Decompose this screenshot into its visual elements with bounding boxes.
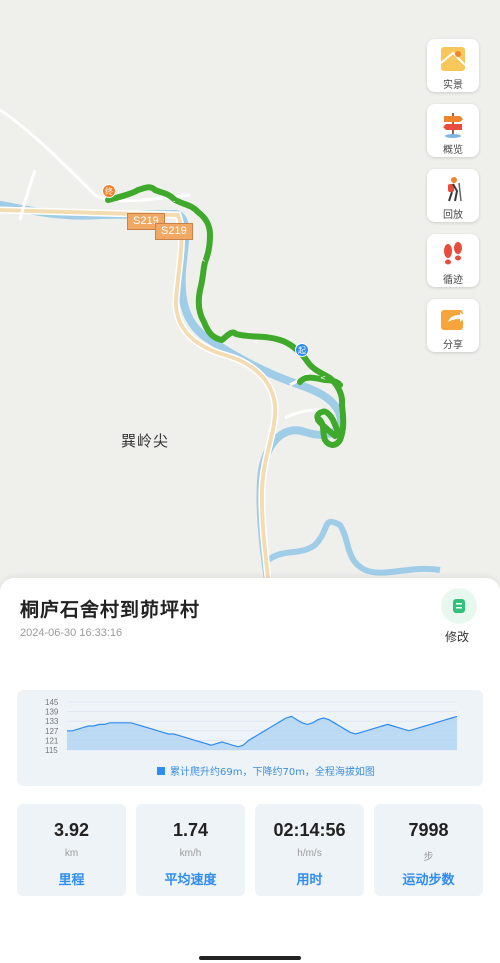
- trace-label: 循迹: [443, 275, 463, 286]
- y-tick-label: 145: [45, 698, 59, 707]
- trace-button[interactable]: 循迹: [427, 234, 479, 287]
- y-tick-label: 121: [45, 736, 59, 745]
- svg-text:<: <: [320, 374, 326, 382]
- stat-value: 3.92: [53, 820, 90, 840]
- footprints-icon: [444, 242, 462, 265]
- y-tick-label: 133: [45, 717, 59, 726]
- replay-label: 回放: [443, 210, 463, 221]
- road-s219: [0, 208, 278, 600]
- stat-unit: km/h: [179, 848, 202, 859]
- edit-button[interactable]: [441, 588, 477, 624]
- stat-label: 平均速度: [164, 873, 217, 888]
- stat-duration: 02:14:56 h/m/s 用时: [255, 804, 364, 896]
- y-tick-label: 115: [45, 746, 58, 755]
- end-pin[interactable]: 终: [102, 184, 116, 198]
- edit-icon: [453, 599, 465, 613]
- scene-button[interactable]: 实景: [427, 39, 479, 92]
- y-tick-label: 139: [45, 708, 59, 717]
- route-detail-sheet: 桐庐石舍村到茆坪村 2024-06-30 16:33:16 修改 145 139 1…: [0, 578, 500, 963]
- stats-row: 3.92 km 里程 1.74 km/h 平均速度 02:14:56 h/m/s…: [17, 804, 483, 896]
- stat-avg-speed: 1.74 km/h 平均速度: [136, 804, 245, 896]
- svg-text:<: <: [253, 338, 259, 346]
- elevation-chart: 145 139 133 127 121 115 累计爬升约69m，下降约70m，全程海拔如…: [17, 690, 483, 786]
- track-arrow: <: [170, 199, 176, 207]
- stat-distance: 3.92 km 里程: [17, 804, 126, 896]
- map-view[interactable]: < ^ < < S219 S219 巽岭尖 终 起 实景 概览 回放 循迹 分享: [0, 0, 500, 600]
- start-pin[interactable]: 起: [295, 343, 309, 357]
- elevation-plot: 145139133127121115: [45, 698, 458, 755]
- stat-value: 7998: [408, 820, 449, 840]
- signpost-icon: [443, 113, 463, 138]
- route-datetime: 2024-06-30 16:33:16: [20, 627, 123, 639]
- road: [0, 206, 279, 600]
- map-scene-icon: [440, 47, 466, 71]
- edit-label: 修改: [445, 630, 470, 644]
- river: [0, 201, 345, 600]
- stat-label: 运动步数: [402, 873, 455, 888]
- chart-legend-text: 累计爬升约69m，下降约70m，全程海拔如图: [170, 767, 375, 778]
- chart-legend: 累计爬升约69m，下降约70m，全程海拔如图: [157, 763, 375, 778]
- place-label: 巽岭尖: [121, 432, 170, 450]
- stat-unit: 步: [423, 852, 434, 863]
- replay-button[interactable]: 回放: [427, 169, 479, 222]
- scene-label: 实景: [443, 80, 463, 91]
- map-base: < ^ < <: [0, 108, 441, 600]
- stat-steps: 7998 步 运动步数: [374, 804, 483, 896]
- overview-label: 概览: [443, 145, 463, 156]
- stat-unit: km: [64, 848, 79, 859]
- share-button[interactable]: 分享: [427, 299, 479, 352]
- stat-unit: h/m/s: [297, 848, 322, 859]
- share-label: 分享: [443, 340, 463, 351]
- stat-value: 02:14:56: [273, 820, 346, 840]
- stat-label: 里程: [58, 873, 85, 888]
- stat-label: 用时: [296, 873, 323, 888]
- home-indicator[interactable]: [199, 956, 301, 960]
- y-tick-label: 127: [45, 727, 59, 736]
- stat-value: 1.74: [172, 820, 209, 840]
- share-icon: [441, 310, 466, 330]
- river-branch: [266, 518, 441, 576]
- svg-text:^: ^: [200, 259, 206, 267]
- overview-button[interactable]: 概览: [427, 104, 479, 157]
- legend-square: [157, 766, 165, 775]
- hiker-icon: [448, 177, 462, 202]
- route-title: 桐庐石舍村到茆坪村: [20, 599, 201, 621]
- road-badge: S219: [155, 223, 193, 240]
